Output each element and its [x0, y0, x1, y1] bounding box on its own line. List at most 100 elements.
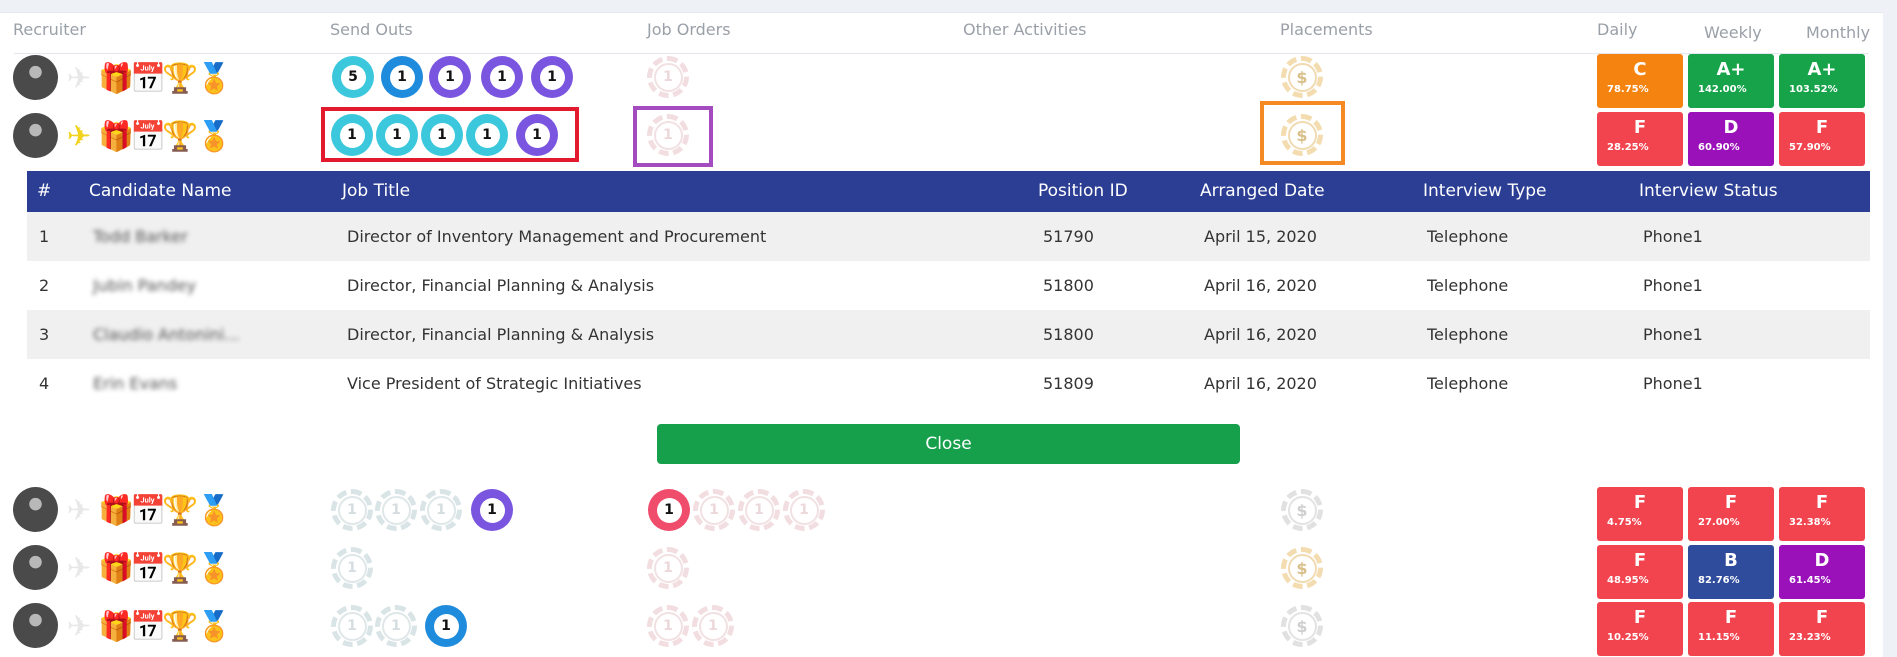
dollar-icon: $: [1287, 495, 1317, 525]
avatar[interactable]: [13, 113, 58, 158]
daily-grade[interactable]: F 4.75%: [1597, 487, 1683, 541]
plane-icon[interactable]: ✈: [63, 120, 95, 152]
daily-grade[interactable]: F 48.95%: [1597, 545, 1683, 599]
header-daily: Daily: [1597, 20, 1638, 39]
candidate-name[interactable]: Todd Barker: [93, 227, 188, 246]
plane-icon[interactable]: ✈: [63, 552, 95, 584]
job-order-chip[interactable]: 1: [647, 547, 689, 589]
candidate-name[interactable]: Jubin Pandey: [93, 276, 196, 295]
table-row[interactable]: 4 Erin Evans Vice President of Strategic…: [27, 359, 1870, 408]
avatar[interactable]: [13, 487, 58, 532]
send-out-chip[interactable]: 1: [376, 114, 418, 156]
header-send-outs: Send Outs: [330, 20, 413, 39]
weekly-grade[interactable]: A+ 142.00%: [1688, 54, 1774, 108]
send-out-chip[interactable]: 1: [481, 56, 523, 98]
header-recruiter: Recruiter: [13, 20, 86, 39]
monthly-grade[interactable]: F 23.23%: [1779, 602, 1865, 656]
gift-icon[interactable]: 🎁: [98, 610, 134, 642]
calendar-icon[interactable]: 📅: [130, 552, 166, 584]
gift-icon[interactable]: 🎁: [98, 62, 134, 94]
job-order-chip[interactable]: 1: [738, 489, 780, 531]
dollar-icon: $: [1287, 553, 1317, 583]
candidate-name[interactable]: Claudio Antonini...: [93, 325, 240, 344]
monthly-grade[interactable]: F 57.90%: [1779, 112, 1865, 166]
close-button[interactable]: Close: [657, 424, 1240, 464]
calendar-icon[interactable]: 📅: [130, 120, 166, 152]
column-header-candidate-name: Candidate Name: [89, 181, 232, 201]
dollar-icon: $: [1287, 120, 1317, 150]
candidate-name[interactable]: Erin Evans: [93, 374, 177, 393]
medal-icon[interactable]: 🏅: [196, 120, 232, 152]
trophy-icon[interactable]: 🏆: [162, 62, 198, 94]
calendar-icon[interactable]: 📅: [130, 494, 166, 526]
placement-chip[interactable]: $: [1281, 56, 1323, 98]
trophy-icon[interactable]: 🏆: [162, 120, 198, 152]
trophy-icon[interactable]: 🏆: [162, 494, 198, 526]
send-out-chip[interactable]: 1: [471, 489, 513, 531]
medal-icon[interactable]: 🏅: [196, 62, 232, 94]
medal-icon[interactable]: 🏅: [196, 552, 232, 584]
gift-icon[interactable]: 🎁: [98, 120, 134, 152]
monthly-grade[interactable]: A+ 103.52%: [1779, 54, 1865, 108]
placement-chip[interactable]: $: [1281, 489, 1323, 531]
send-out-chip[interactable]: 5: [332, 56, 374, 98]
calendar-icon[interactable]: 📅: [130, 610, 166, 642]
column-header-interview-type: Interview Type: [1423, 181, 1547, 201]
placement-chip[interactable]: $: [1281, 114, 1323, 156]
monthly-grade[interactable]: F 32.38%: [1779, 487, 1865, 541]
send-out-chip[interactable]: 1: [381, 56, 423, 98]
send-out-chip[interactable]: 1: [331, 547, 373, 589]
calendar-icon[interactable]: 📅: [130, 62, 166, 94]
header-other-activities: Other Activities: [963, 20, 1087, 39]
send-out-chip[interactable]: 1: [331, 489, 373, 531]
send-out-chip[interactable]: 1: [429, 56, 471, 98]
table-row[interactable]: 1 Todd Barker Director of Inventory Mana…: [27, 212, 1870, 261]
avatar[interactable]: [13, 603, 58, 648]
placement-chip[interactable]: $: [1281, 547, 1323, 589]
header-weekly: Weekly: [1704, 23, 1762, 42]
send-out-chip[interactable]: 1: [375, 605, 417, 647]
trophy-icon[interactable]: 🏆: [162, 552, 198, 584]
placement-chip[interactable]: $: [1281, 605, 1323, 647]
table-header: # Candidate Name Job Title Position ID A…: [27, 171, 1870, 212]
send-out-chip[interactable]: 1: [375, 489, 417, 531]
avatar[interactable]: [13, 55, 58, 100]
table-row[interactable]: 2 Jubin Pandey Director, Financial Plann…: [27, 261, 1870, 310]
medal-icon[interactable]: 🏅: [196, 494, 232, 526]
plane-icon[interactable]: ✈: [63, 494, 95, 526]
send-out-chip[interactable]: 1: [425, 605, 467, 647]
send-out-chip[interactable]: 1: [466, 114, 508, 156]
job-order-chip[interactable]: 1: [693, 489, 735, 531]
column-header-interview-status: Interview Status: [1639, 181, 1778, 201]
job-order-chip[interactable]: 1: [692, 605, 734, 647]
job-order-chip[interactable]: 1: [648, 489, 690, 531]
daily-grade[interactable]: C 78.75%: [1597, 54, 1683, 108]
send-out-chip[interactable]: 1: [531, 56, 573, 98]
weekly-grade[interactable]: F 27.00%: [1688, 487, 1774, 541]
send-out-chip[interactable]: 1: [516, 114, 558, 156]
daily-grade[interactable]: F 10.25%: [1597, 602, 1683, 656]
weekly-grade[interactable]: D 60.90%: [1688, 112, 1774, 166]
job-order-chip[interactable]: 1: [783, 489, 825, 531]
send-out-chip[interactable]: 1: [420, 489, 462, 531]
send-outs-detail-table: # Candidate Name Job Title Position ID A…: [27, 171, 1870, 408]
plane-icon[interactable]: ✈: [63, 62, 95, 94]
table-row[interactable]: 3 Claudio Antonini... Director, Financia…: [27, 310, 1870, 359]
gift-icon[interactable]: 🎁: [98, 494, 134, 526]
job-order-chip[interactable]: 1: [647, 605, 689, 647]
trophy-icon[interactable]: 🏆: [162, 610, 198, 642]
weekly-grade[interactable]: F 11.15%: [1688, 602, 1774, 656]
plane-icon[interactable]: ✈: [63, 610, 95, 642]
weekly-grade[interactable]: B 82.76%: [1688, 545, 1774, 599]
job-order-chip[interactable]: 1: [647, 114, 689, 156]
send-out-chip[interactable]: 1: [331, 605, 373, 647]
job-order-chip[interactable]: 1: [647, 56, 689, 98]
avatar[interactable]: [13, 545, 58, 590]
send-out-chip[interactable]: 1: [331, 114, 373, 156]
medal-icon[interactable]: 🏅: [196, 610, 232, 642]
monthly-grade[interactable]: D 61.45%: [1779, 545, 1865, 599]
daily-grade[interactable]: F 28.25%: [1597, 112, 1683, 166]
send-out-chip[interactable]: 1: [421, 114, 463, 156]
gift-icon[interactable]: 🎁: [98, 552, 134, 584]
header-monthly: Monthly: [1806, 23, 1871, 42]
